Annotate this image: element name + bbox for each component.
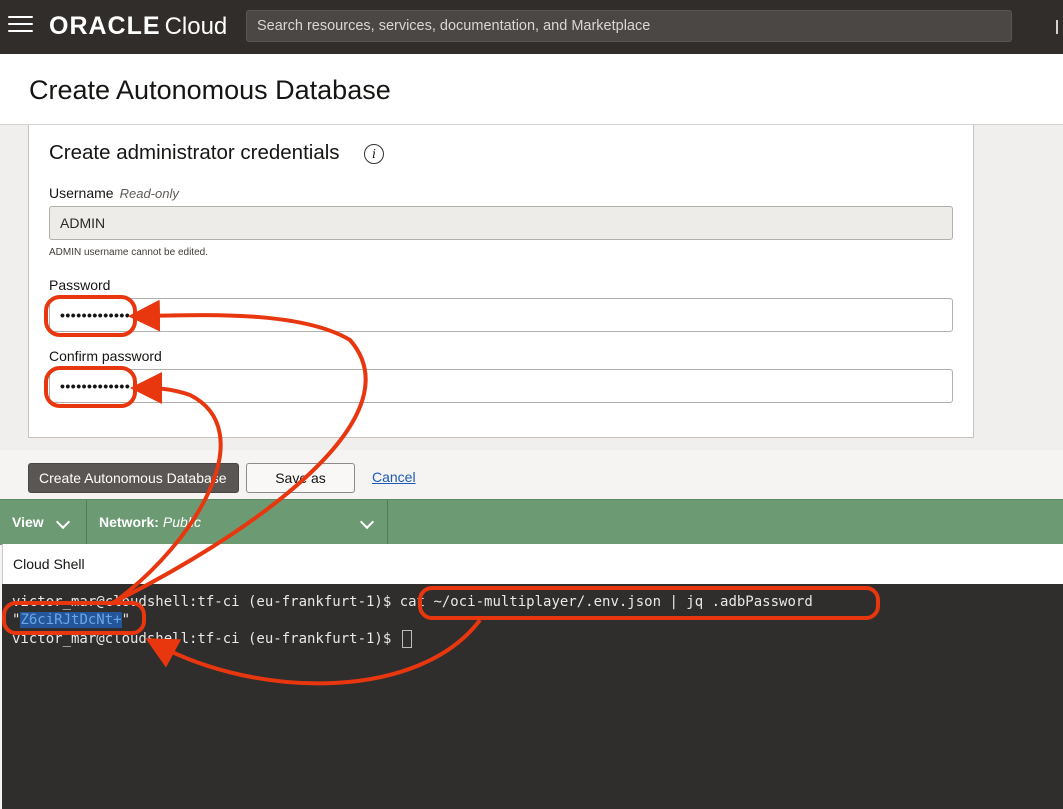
network-menu[interactable]: Network: Public	[88, 500, 388, 545]
password-mask: •••••••••••••	[60, 307, 131, 323]
password-label: Password	[49, 277, 111, 293]
selected-password-output[interactable]: Z6ciRJtDcNt+	[20, 612, 122, 628]
info-icon[interactable]: i	[364, 144, 384, 164]
terminal-line: victor_mar@cloudshell:tf-ci (eu-frankfur…	[12, 594, 813, 610]
page-header: Create Autonomous Database	[0, 54, 1063, 125]
page-title: Create Autonomous Database	[29, 75, 391, 105]
shell-prompt: victor_mar@cloudshell:tf-ci (eu-frankfur…	[12, 594, 400, 610]
admin-credentials-panel: Create administrator credentials i Usern…	[28, 125, 974, 438]
chevron-down-icon	[359, 514, 375, 530]
save-as-stack-button[interactable]: Save as stack	[246, 463, 355, 514]
confirm-password-field[interactable]: •••••••••••••	[49, 369, 953, 403]
network-value: Public	[162, 514, 202, 530]
cloud-shell-header: Cloud Shell	[2, 544, 1063, 584]
menu-icon[interactable]	[8, 16, 33, 36]
shell-prompt: victor_mar@cloudshell:tf-ci (eu-frankfur…	[12, 631, 400, 647]
section-title: Create administrator credentials	[49, 141, 340, 164]
cloud-shell-toolbar: View Network: Public	[0, 499, 1063, 545]
username-label: Username Read-only	[49, 185, 179, 201]
username-value: ADMIN	[60, 215, 106, 231]
view-menu[interactable]: View	[0, 500, 87, 545]
product-text: Cloud	[164, 13, 228, 40]
shell-command: cat ~/oci-multiplayer/.env.json | jq .ad…	[399, 594, 813, 610]
view-label: View	[12, 514, 44, 530]
username-field: ADMIN	[49, 206, 953, 240]
password-field[interactable]: •••••••••••••	[49, 298, 953, 332]
username-label-text: Username	[49, 185, 114, 201]
terminal-line: "Z6ciRJtDcNt+"	[12, 612, 130, 628]
global-search[interactable]	[246, 10, 1015, 42]
read-only-note: Read-only	[119, 186, 179, 201]
quote-close: "	[121, 612, 131, 628]
create-database-button[interactable]: Create Autonomous Database	[28, 463, 239, 493]
cloud-shell-title: Cloud Shell	[13, 556, 85, 572]
region-menu-edge[interactable]	[1056, 20, 1063, 34]
confirm-password-mask: •••••••••••••	[60, 378, 131, 394]
chevron-down-icon	[55, 514, 71, 530]
terminal-line: victor_mar@cloudshell:tf-ci (eu-frankfur…	[12, 630, 412, 648]
brand-text: ORACLE	[49, 12, 161, 40]
username-hint: ADMIN username cannot be edited.	[49, 247, 208, 258]
terminal-cursor	[401, 630, 412, 648]
top-navigation-bar: ORACLE Cloud	[0, 0, 1063, 54]
terminal[interactable]: victor_mar@cloudshell:tf-ci (eu-frankfur…	[2, 584, 1063, 809]
network-label: Network:	[99, 514, 159, 530]
oracle-cloud-logo[interactable]: ORACLE Cloud	[49, 12, 227, 41]
search-input[interactable]	[255, 17, 1015, 35]
cancel-link[interactable]: Cancel	[372, 469, 416, 485]
confirm-password-label: Confirm password	[49, 348, 162, 364]
